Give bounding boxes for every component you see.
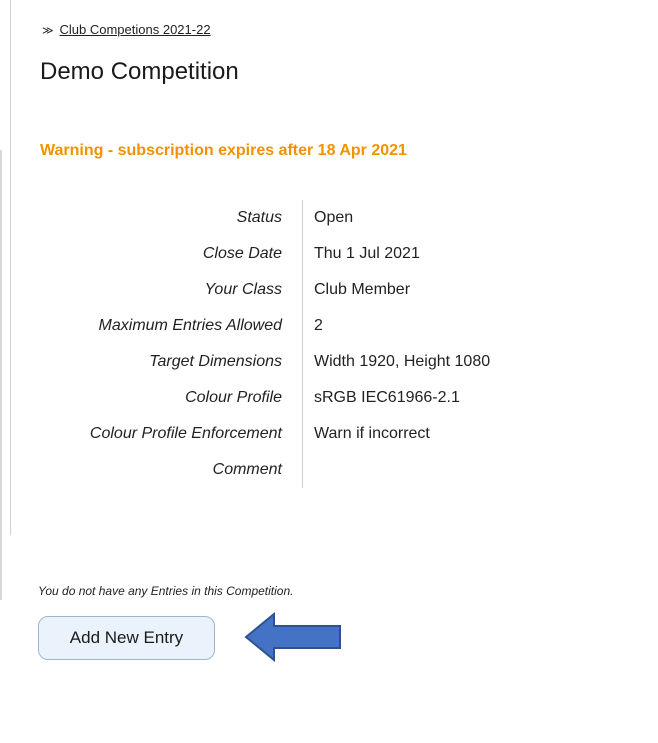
details-row-your-class: Your Class Club Member xyxy=(30,272,614,308)
details-row-colour-profile: Colour Profile sRGB IEC61966-2.1 xyxy=(30,380,614,416)
details-row-target-dimensions: Target Dimensions Width 1920, Height 108… xyxy=(30,344,614,380)
details-value: Warn if incorrect xyxy=(302,416,614,452)
details-label: Colour Profile Enforcement xyxy=(89,425,282,442)
details-label: Colour Profile xyxy=(185,389,282,406)
left-arrow-icon xyxy=(244,612,341,662)
details-label: Maximum Entries Allowed xyxy=(98,317,282,334)
details-label: Status xyxy=(236,209,282,226)
details-value: 2 xyxy=(302,308,614,344)
details-value: Thu 1 Jul 2021 xyxy=(302,236,614,272)
subscription-warning: Warning - subscription expires after 18 … xyxy=(40,142,407,159)
details-label: Target Dimensions xyxy=(149,353,282,370)
details-value xyxy=(302,452,614,488)
details-value: Open xyxy=(302,200,614,236)
page-title: Demo Competition xyxy=(40,58,239,85)
details-row-close-date: Close Date Thu 1 Jul 2021 xyxy=(30,236,614,272)
page: ≫ Club Competions 2021-22 Demo Competitio… xyxy=(0,0,658,743)
details-label: Your Class xyxy=(204,281,282,298)
left-border xyxy=(10,0,11,535)
details-row-max-entries: Maximum Entries Allowed 2 xyxy=(30,308,614,344)
details-row-status: Status Open xyxy=(30,200,614,236)
no-entries-message: You do not have any Entries in this Comp… xyxy=(38,584,294,598)
breadcrumb-link-club-competitions[interactable]: Club Competions 2021-22 xyxy=(60,22,211,37)
details-value: Width 1920, Height 1080 xyxy=(302,344,614,380)
breadcrumb: ≫ Club Competions 2021-22 xyxy=(42,22,211,37)
left-border-outer xyxy=(0,150,2,600)
details-row-colour-profile-enforcement: Colour Profile Enforcement Warn if incor… xyxy=(30,416,614,452)
details-label: Comment xyxy=(212,461,282,478)
details-value: Club Member xyxy=(302,272,614,308)
details-label: Close Date xyxy=(202,245,282,262)
details-row-comment: Comment xyxy=(30,452,614,488)
add-new-entry-button[interactable]: Add New Entry xyxy=(38,616,215,660)
double-chevron-icon: ≫ xyxy=(42,25,54,37)
competition-details-table: Status Open Close Date Thu 1 Jul 2021 Yo… xyxy=(30,200,614,488)
details-value: sRGB IEC61966-2.1 xyxy=(302,380,614,416)
